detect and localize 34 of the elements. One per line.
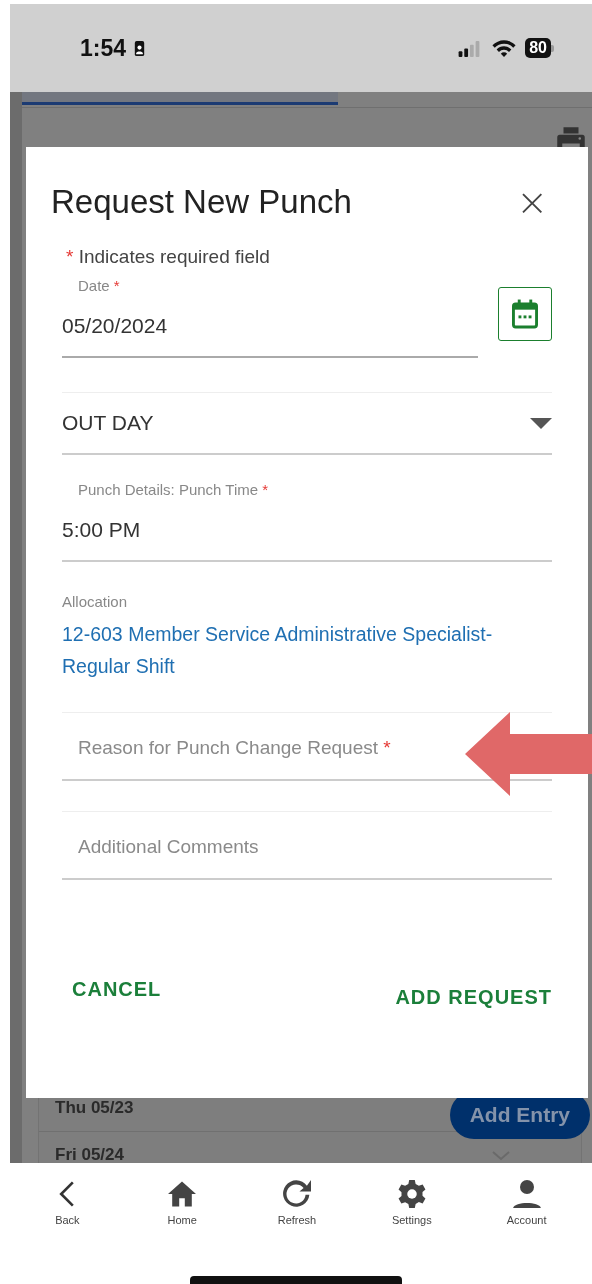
- field-label: Punch Details: Punch Time *: [77, 481, 270, 498]
- close-button[interactable]: ×: [512, 183, 552, 221]
- row-label[interactable]: Thu 05/23: [55, 1098, 134, 1118]
- wifi-icon: [491, 38, 518, 58]
- nav-item[interactable]: Account: [476, 1177, 577, 1241]
- battery-icon: 80: [525, 38, 554, 58]
- field-value: 5:00 PM: [62, 518, 142, 542]
- required-field-note: * Indicates required field: [66, 246, 271, 268]
- nav-item[interactable]: Home: [132, 1177, 233, 1241]
- home-icon: [168, 1180, 197, 1208]
- field-label: Date *: [77, 277, 121, 294]
- date-field[interactable]: Date * 05/20/2024: [62, 277, 478, 358]
- cancel-button[interactable]: CANCEL: [62, 970, 172, 1009]
- back-icon: [59, 1180, 76, 1208]
- nav-item[interactable]: Settings: [361, 1177, 462, 1241]
- time-field[interactable]: Punch Details: Punch Time * 5:00 PM: [62, 481, 552, 562]
- field-label: Allocation: [62, 593, 129, 610]
- row-label[interactable]: Fri 05/24: [55, 1145, 124, 1163]
- person-icon: [512, 1180, 541, 1208]
- nav-item[interactable]: Refresh: [247, 1177, 347, 1241]
- caret-icon: [530, 417, 552, 429]
- allocation-link[interactable]: 12-603 Member Service Administrative Specialist- Regular Shift: [62, 618, 552, 682]
- calendar-button[interactable]: [498, 287, 552, 341]
- settings-icon: [397, 1180, 426, 1208]
- clock-time: 1:54: [80, 34, 127, 62]
- tab[interactable]: [22, 92, 338, 105]
- nav-item[interactable]: Back: [17, 1177, 118, 1241]
- dialog-title: Request New Punch: [51, 183, 352, 221]
- refresh-icon: [283, 1180, 311, 1208]
- add-request-button[interactable]: ADD REQUEST: [385, 978, 562, 1017]
- dropdown-field[interactable]: OUT DAY: [62, 392, 552, 455]
- text-area-field[interactable]: Reason for Punch Change Request *: [62, 713, 460, 779]
- printer-icon[interactable]: [556, 124, 586, 148]
- field-value: 05/20/2024: [62, 314, 169, 338]
